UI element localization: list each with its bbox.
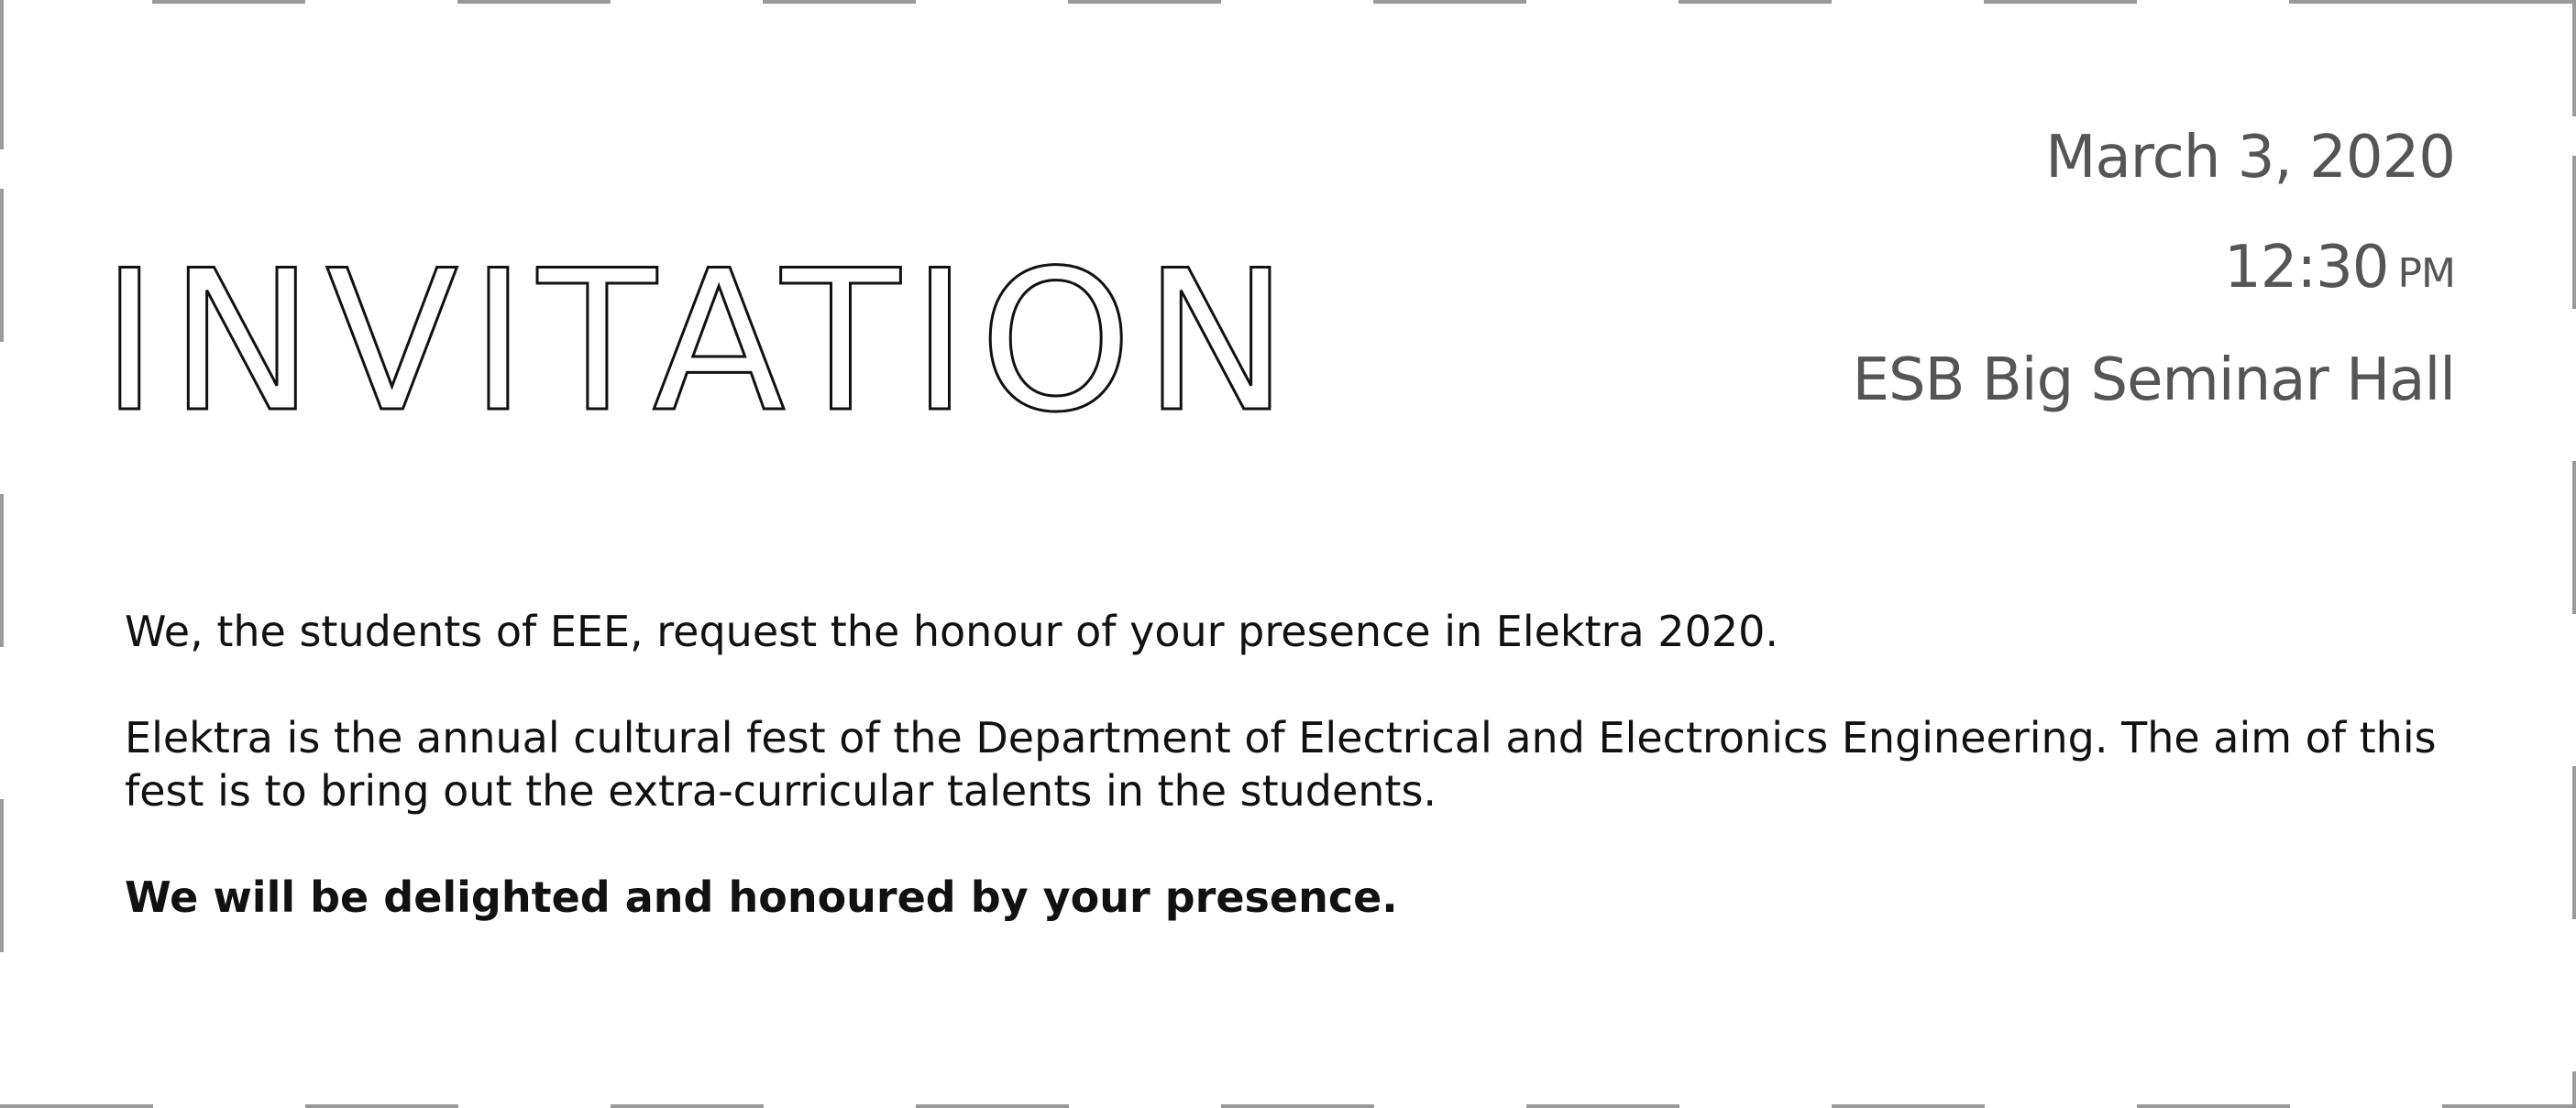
invitation-card: INVITATION March 3, 2020 12:30 PM ESB Big… — [0, 0, 2576, 1108]
dashed-border-right — [2572, 0, 2576, 1108]
event-time-ampm: PM — [2397, 250, 2456, 297]
invitation-body: We, the students of EEE, request the hon… — [125, 605, 2526, 977]
event-time: 12:30 PM — [1853, 238, 2456, 303]
invitation-title: INVITATION — [101, 247, 1293, 431]
intro-paragraph: We, the students of EEE, request the hon… — [125, 607, 1778, 656]
description-paragraph: Elektra is the annual cultural fest of t… — [125, 713, 2437, 816]
event-time-value: 12:30 — [2224, 234, 2389, 302]
dashed-border-top — [0, 0, 2576, 4]
event-date: March 3, 2020 — [2045, 124, 2456, 192]
event-details: March 3, 2020 12:30 PM ESB Big Seminar Ha… — [1852, 124, 2456, 461]
closing-paragraph: We will be delighted and honoured by you… — [125, 872, 1398, 922]
dashed-border-bottom — [0, 1104, 2576, 1108]
dashed-border-left — [0, 0, 4, 1108]
event-venue: ESB Big Seminar Hall — [1852, 346, 2456, 414]
invitation-title-text: INVITATION — [101, 247, 1293, 431]
